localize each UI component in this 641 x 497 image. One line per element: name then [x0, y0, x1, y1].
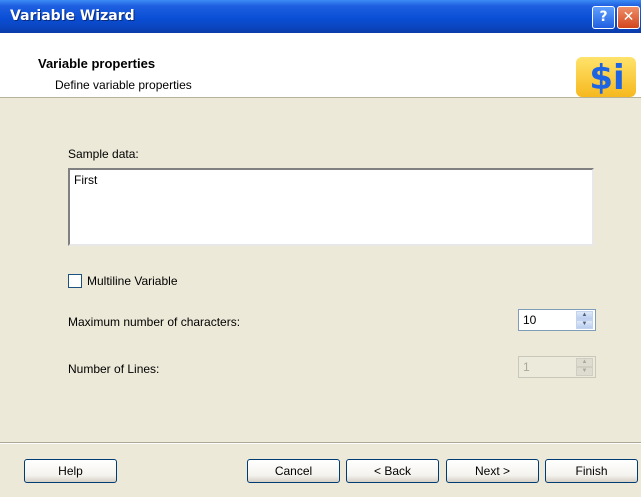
sample-data-textarea[interactable]: First	[68, 168, 594, 246]
spin-down-icon[interactable]: ▼	[576, 320, 593, 329]
max-chars-spinner[interactable]: 10 ▲ ▼	[518, 309, 596, 331]
next-button[interactable]: Next >	[446, 459, 539, 483]
multiline-variable-label[interactable]: Multiline Variable	[87, 274, 178, 288]
spin-down-icon: ▼	[576, 367, 593, 376]
number-of-lines-label: Number of Lines:	[68, 362, 160, 376]
page-title: Variable properties	[38, 56, 156, 71]
back-button[interactable]: < Back	[346, 459, 439, 483]
finish-button[interactable]: Finish	[545, 459, 638, 483]
max-chars-label: Maximum number of characters:	[68, 315, 241, 329]
page-subtitle: Define variable properties	[55, 78, 192, 92]
close-button[interactable]: ✕	[617, 6, 640, 29]
number-of-lines-spin-buttons: ▲ ▼	[576, 358, 593, 376]
wizard-logo-icon: $i	[582, 61, 632, 95]
title-bar[interactable]: Variable Wizard ? ✕	[0, 0, 641, 33]
cancel-button[interactable]: Cancel	[247, 459, 340, 483]
max-chars-value[interactable]: 10	[523, 313, 536, 327]
help-titlebar-button[interactable]: ?	[592, 6, 615, 29]
spin-up-icon: ▲	[576, 358, 593, 367]
sample-data-value: First	[74, 173, 98, 187]
sample-data-label: Sample data:	[68, 147, 139, 161]
logo-text: $i	[589, 58, 625, 98]
help-button[interactable]: Help	[24, 459, 117, 483]
question-mark-icon: ?	[599, 9, 608, 25]
max-chars-spin-buttons[interactable]: ▲ ▼	[576, 311, 593, 329]
close-icon: ✕	[622, 9, 635, 25]
spin-up-icon[interactable]: ▲	[576, 311, 593, 320]
footer-divider	[0, 442, 641, 444]
variable-wizard-window: Variable Wizard ? ✕ Variable properties …	[0, 0, 641, 497]
number-of-lines-spinner: 1 ▲ ▼	[518, 356, 596, 378]
window-title: Variable Wizard	[10, 8, 135, 24]
number-of-lines-value: 1	[523, 360, 530, 374]
multiline-variable-checkbox[interactable]	[68, 274, 82, 288]
